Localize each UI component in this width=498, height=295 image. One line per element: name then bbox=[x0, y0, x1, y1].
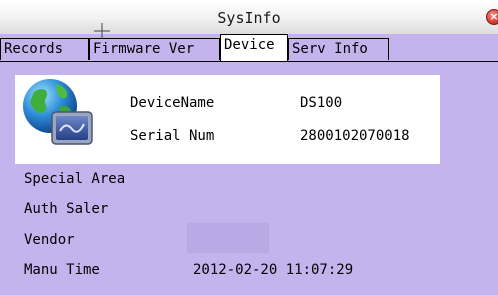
close-icon[interactable]: × bbox=[486, 9, 498, 25]
vendor-value-field bbox=[187, 223, 269, 253]
tab-bar: Records Firmware Ver Device Serv Info bbox=[0, 34, 498, 62]
sysinfo-window: SysInfo × Records Firmware Ver Device Se… bbox=[0, 0, 498, 295]
title-bar: SysInfo × bbox=[0, 0, 498, 34]
device-name-label: DeviceName bbox=[130, 95, 215, 111]
tab-serv-info[interactable]: Serv Info bbox=[288, 38, 389, 60]
manu-time-label: Manu Time bbox=[24, 262, 100, 278]
vendor-label: Vendor bbox=[24, 232, 75, 248]
globe-monitor-icon bbox=[23, 79, 93, 145]
crosshair-cursor-icon bbox=[94, 23, 110, 39]
window-title: SysInfo bbox=[217, 9, 281, 27]
tab-device[interactable]: Device bbox=[220, 34, 288, 62]
device-name-value: DS100 bbox=[300, 95, 343, 111]
auth-saler-label: Auth Saler bbox=[24, 201, 109, 217]
special-area-label: Special Area bbox=[24, 171, 126, 187]
manu-time-value: 2012-02-20 11:07:29 bbox=[193, 262, 354, 278]
serial-num-label: Serial Num bbox=[130, 128, 215, 144]
tab-divider bbox=[0, 61, 498, 62]
serial-num-value: 2800102070018 bbox=[300, 128, 410, 144]
tab-records[interactable]: Records bbox=[0, 38, 89, 60]
tab-firmware-ver[interactable]: Firmware Ver bbox=[89, 38, 220, 60]
